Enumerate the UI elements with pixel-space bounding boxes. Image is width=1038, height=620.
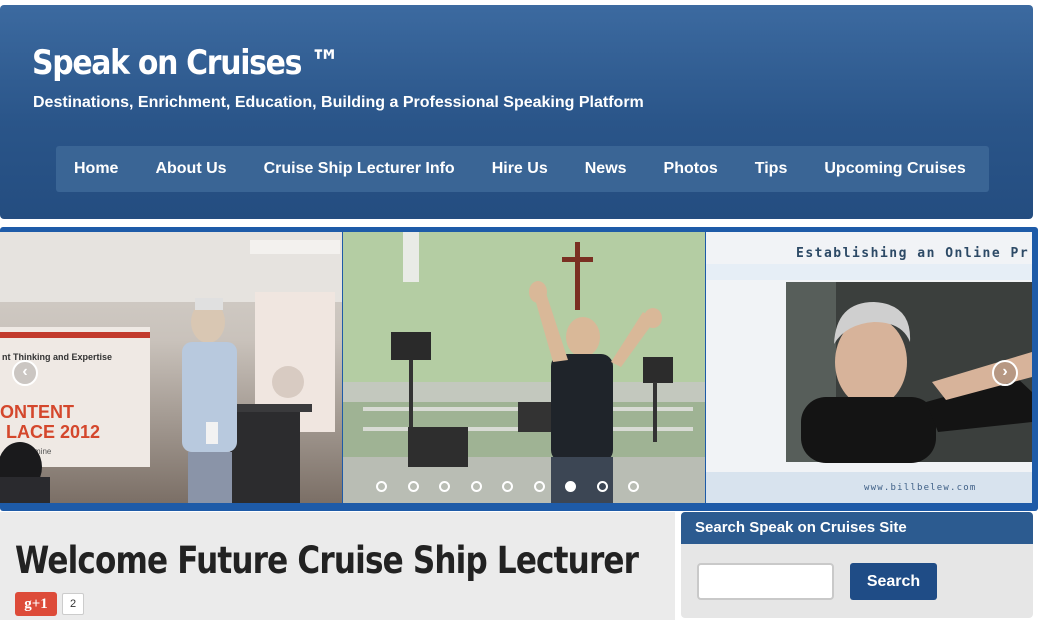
nav-item-photos[interactable]: Photos <box>664 160 718 178</box>
slider-dot[interactable] <box>596 481 608 492</box>
slider-dot[interactable] <box>470 481 482 492</box>
slider-dot[interactable] <box>439 481 450 492</box>
slider-dot-active[interactable] <box>565 481 576 492</box>
church-photo <box>343 232 705 503</box>
slide-panel-conference: nt Thinking and Expertise ONTENT LACE 20… <box>0 232 342 503</box>
search-widget-title: Search Speak on Cruises Site <box>681 512 1033 544</box>
search-input[interactable] <box>697 563 834 600</box>
banner-text-2: ONTENT <box>0 402 74 422</box>
presentation-photo: Establishing an Online Pr www.billbelew.… <box>706 232 1032 503</box>
slide-heading: Establishing an Online Pr <box>796 246 1029 261</box>
banner-text-3: LACE 2012 <box>6 422 100 442</box>
slider-dot[interactable] <box>376 481 387 492</box>
search-button[interactable]: Search <box>850 563 937 600</box>
nav-item-news[interactable]: News <box>585 160 627 178</box>
google-plus-button[interactable]: g+1 <box>15 592 57 616</box>
chevron-right-icon: › <box>1002 363 1008 380</box>
site-title[interactable]: Speak on Cruises ™ <box>32 43 340 83</box>
slide-footer: www.billbelew.com <box>864 483 977 493</box>
nav-item-hire-us[interactable]: Hire Us <box>492 160 548 178</box>
page-title: Welcome Future Cruise Ship Lecturer <box>15 539 639 582</box>
nav-item-about-us[interactable]: About Us <box>155 160 226 178</box>
slider-dot[interactable] <box>628 481 639 492</box>
nav-item-upcoming-cruises[interactable]: Upcoming Cruises <box>824 160 965 178</box>
main-content: Welcome Future Cruise Ship Lecturer g+1 … <box>0 512 675 620</box>
main-nav: Home About Us Cruise Ship Lecturer Info … <box>56 146 989 192</box>
site-tagline: Destinations, Enrichment, Education, Bui… <box>33 94 644 111</box>
slide-panel-presentation: Establishing an Online Pr www.billbelew.… <box>706 232 1032 503</box>
slider-dot[interactable] <box>533 481 545 492</box>
conference-photo: nt Thinking and Expertise ONTENT LACE 20… <box>0 232 342 503</box>
nav-item-cruise-ship-lecturer-info[interactable]: Cruise Ship Lecturer Info <box>264 160 455 178</box>
image-slider: nt Thinking and Expertise ONTENT LACE 20… <box>0 227 1038 511</box>
nav-item-tips[interactable]: Tips <box>755 160 788 178</box>
slider-prev-button[interactable]: ‹ <box>12 360 38 386</box>
chevron-left-icon: ‹ <box>22 363 28 380</box>
slider-dot[interactable] <box>502 481 513 492</box>
nav-item-home[interactable]: Home <box>74 160 118 178</box>
search-widget: Search Speak on Cruises Site Search <box>681 512 1033 618</box>
google-plus-count: 2 <box>62 593 84 615</box>
slider-dot[interactable] <box>407 481 419 492</box>
slider-next-button[interactable]: › <box>992 360 1018 386</box>
slider-pagination <box>376 481 660 492</box>
site-header: Speak on Cruises ™ Destinations, Enrichm… <box>0 5 1033 219</box>
slide-panel-church <box>343 232 705 503</box>
